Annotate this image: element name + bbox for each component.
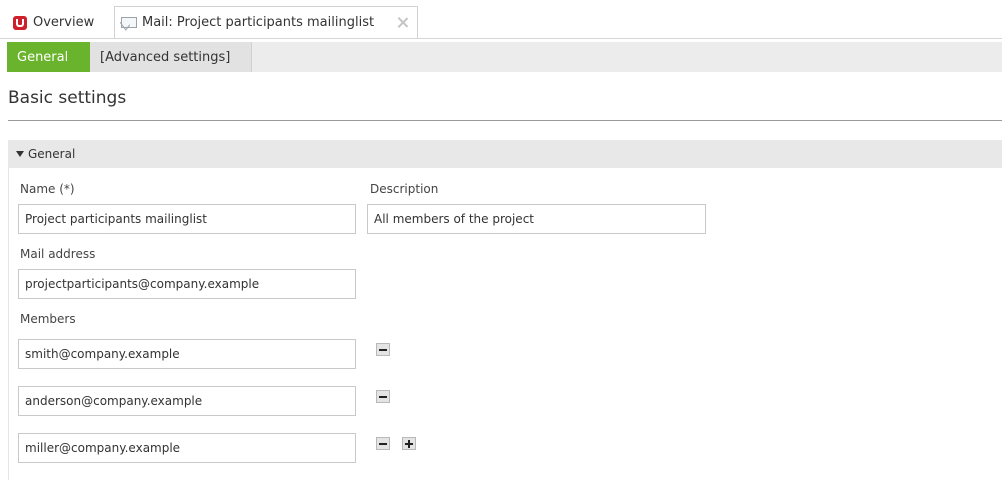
title-divider bbox=[8, 120, 1002, 121]
name-label: Name (*) bbox=[20, 182, 75, 196]
app-logo-icon bbox=[13, 15, 27, 30]
collapse-triangle-icon bbox=[16, 151, 24, 157]
member-field[interactable] bbox=[18, 386, 356, 416]
remove-member-button[interactable] bbox=[376, 343, 390, 356]
tabs-divider bbox=[0, 38, 1002, 39]
section-title: General bbox=[28, 147, 76, 161]
description-field[interactable] bbox=[367, 204, 706, 234]
member-field[interactable] bbox=[18, 433, 356, 463]
tab-overview-label: Overview bbox=[33, 15, 95, 30]
document-tabs: Overview Mail: Project participants mail… bbox=[0, 6, 1002, 39]
minus-icon bbox=[379, 396, 387, 398]
description-label: Description bbox=[370, 182, 439, 196]
close-icon[interactable] bbox=[396, 16, 409, 29]
mail-address-field[interactable] bbox=[18, 269, 356, 299]
remove-member-button[interactable] bbox=[376, 437, 390, 450]
name-field[interactable] bbox=[18, 204, 356, 234]
page-title: Basic settings bbox=[8, 88, 127, 108]
tab-general[interactable]: General bbox=[7, 42, 90, 72]
remove-member-button[interactable] bbox=[376, 390, 390, 403]
mail-icon bbox=[121, 17, 137, 28]
minus-icon bbox=[379, 443, 387, 445]
member-field[interactable] bbox=[18, 339, 356, 369]
tab-overview[interactable]: Overview bbox=[6, 6, 114, 39]
tab-advanced-settings[interactable]: [Advanced settings] bbox=[90, 42, 252, 72]
section-header-general[interactable]: General bbox=[8, 140, 1002, 168]
tab-mail-label: Mail: Project participants mailinglist bbox=[142, 15, 375, 30]
tab-mail[interactable]: Mail: Project participants mailinglist bbox=[114, 6, 418, 39]
members-label: Members bbox=[20, 312, 76, 326]
minus-icon bbox=[379, 349, 387, 351]
add-member-button[interactable] bbox=[402, 437, 416, 450]
sub-tab-bar: General [Advanced settings] bbox=[7, 42, 1002, 72]
plus-icon-vertical bbox=[408, 440, 410, 448]
mail-address-label: Mail address bbox=[20, 247, 96, 261]
